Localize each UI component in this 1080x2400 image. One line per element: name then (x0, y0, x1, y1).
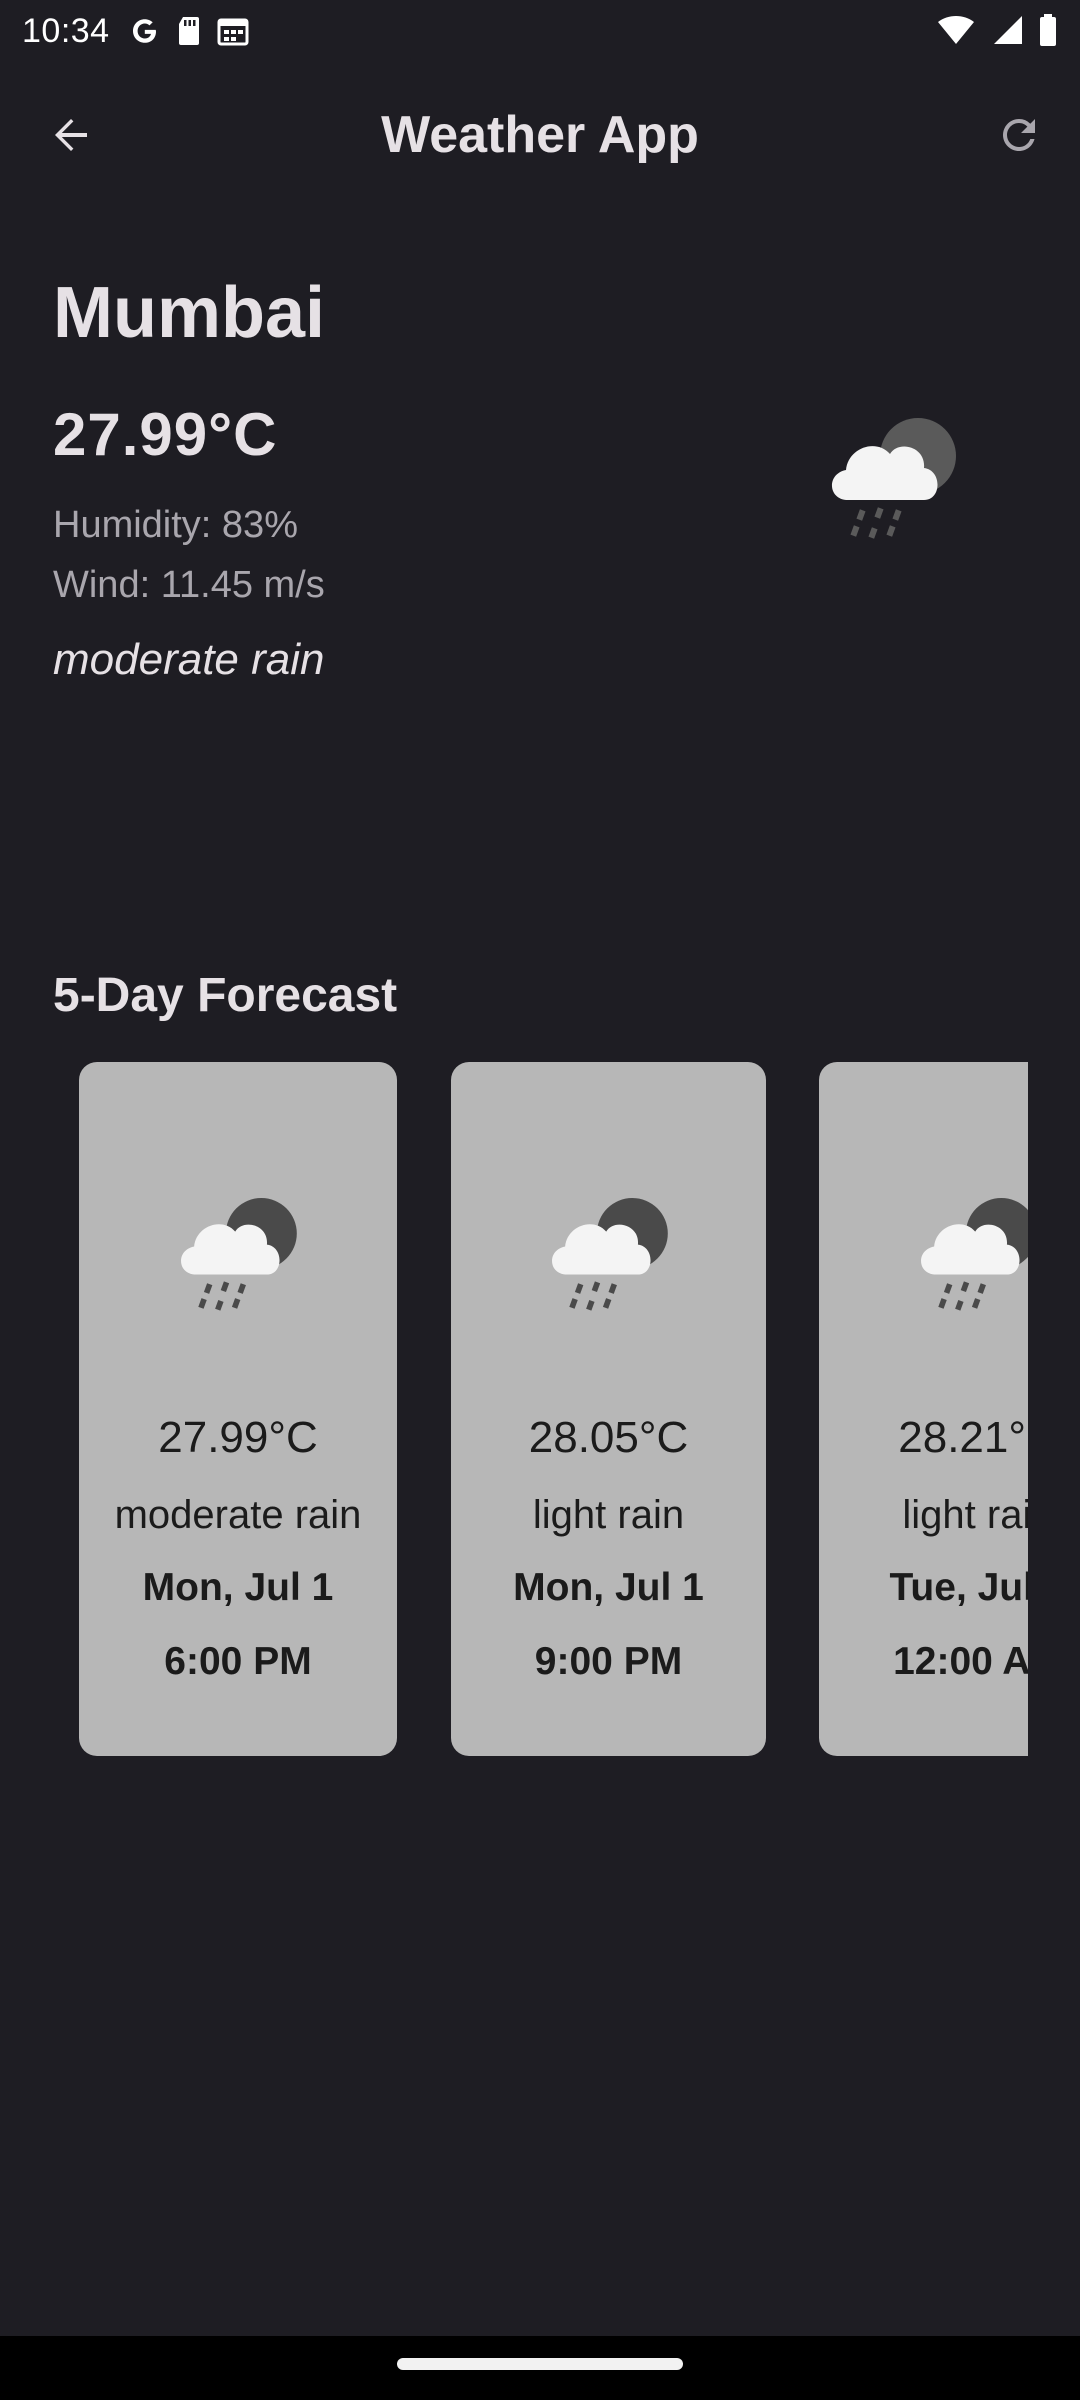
status-left-icons (128, 12, 250, 50)
forecast-heading: 5-Day Forecast (53, 969, 398, 1022)
home-indicator[interactable] (397, 2358, 683, 2370)
weather-description: moderate rain (53, 635, 325, 684)
forecast-temperature: 28.21°C (898, 1413, 1028, 1462)
forecast-temperature: 27.99°C (158, 1413, 318, 1462)
refresh-button[interactable] (986, 102, 1052, 168)
system-navigation-bar (0, 2336, 1080, 2400)
forecast-date: Mon, Jul 1 (142, 1566, 334, 1609)
signal-icon (990, 12, 1024, 50)
rain-cloud-moon-icon (539, 1188, 679, 1320)
page-title: Weather App (381, 106, 699, 164)
forecast-time: 6:00 PM (164, 1640, 312, 1683)
status-bar: 10:34 (0, 0, 1080, 64)
forecast-time: 9:00 PM (534, 1640, 683, 1683)
rain-cloud-moon-icon (168, 1188, 308, 1320)
status-right-icons (936, 12, 1058, 50)
city-name: Mumbai (53, 273, 326, 353)
status-time: 10:34 (22, 12, 110, 50)
forecast-temperature: 28.05°C (528, 1413, 689, 1462)
wind-text: Wind: 11.45 m/s (53, 564, 325, 606)
forecast-card[interactable]: 28.05°C light rain Mon, Jul 1 9:00 PM (451, 1062, 766, 1756)
humidity-text: Humidity: 83% (53, 504, 298, 546)
rain-cloud-moon-icon (818, 408, 968, 548)
calendar-icon (216, 12, 250, 50)
forecast-time: 12:00 AM (893, 1640, 1028, 1683)
forecast-description: light rain (532, 1493, 685, 1537)
forecast-description: moderate rain (114, 1493, 362, 1537)
google-icon (128, 12, 162, 50)
refresh-icon (1003, 118, 1035, 151)
forecast-list[interactable]: 27.99°C moderate rain Mon, Jul 1 6:00 PM… (0, 1062, 1028, 1758)
forecast-description: light rain (902, 1493, 1028, 1537)
rain-cloud-moon-icon (908, 1188, 1028, 1320)
current-temperature: 27.99°C (53, 401, 278, 468)
top-app-bar: Weather App (0, 64, 1080, 206)
sd-card-icon (176, 12, 202, 50)
wifi-icon (936, 12, 976, 50)
forecast-date: Tue, Jul 2 (889, 1566, 1029, 1609)
forecast-date: Mon, Jul 1 (513, 1566, 704, 1609)
battery-icon (1038, 12, 1058, 50)
forecast-card[interactable]: 28.21°C light rain Tue, Jul 2 12:00 AM (819, 1062, 1028, 1756)
forecast-card[interactable]: 27.99°C moderate rain Mon, Jul 1 6:00 PM (79, 1062, 397, 1756)
